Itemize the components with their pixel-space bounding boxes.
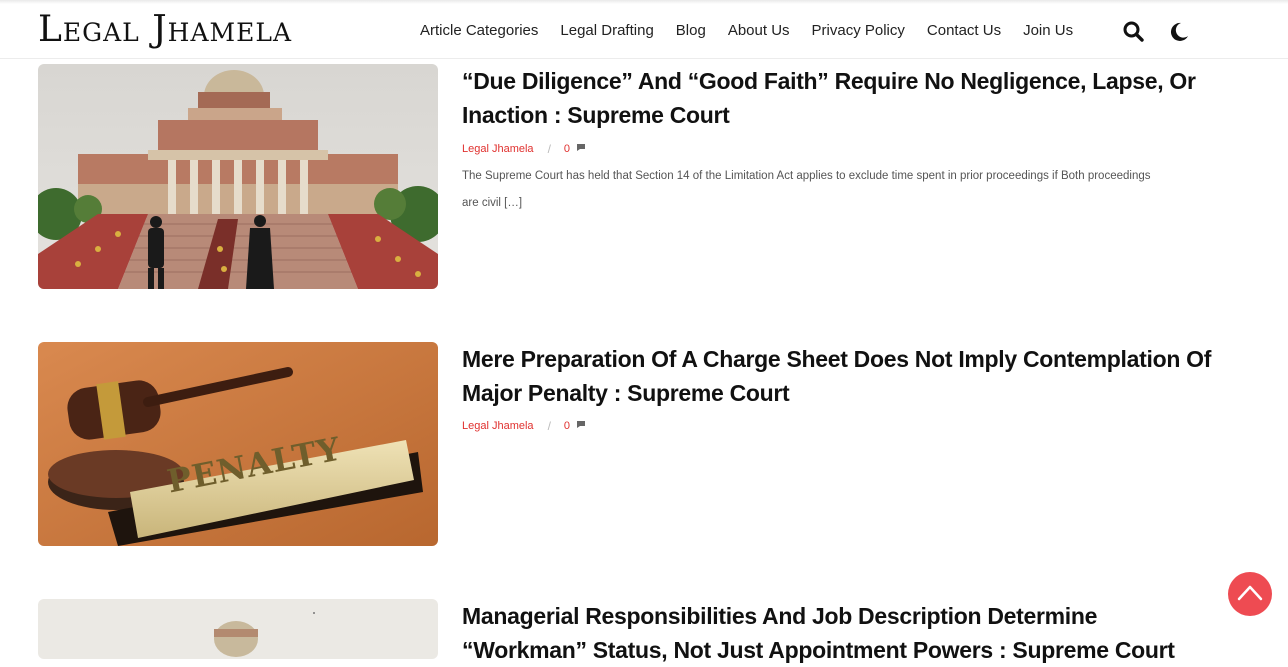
post-card: “Due Diligence” And “Good Faith” Require… — [38, 64, 1238, 294]
gavel-penalty-image — [38, 342, 438, 546]
nav-legal-drafting[interactable]: Legal Drafting — [560, 22, 653, 39]
site-logo[interactable]: Legal Jhamela — [38, 10, 292, 50]
nav-article-categories[interactable]: Article Categories — [420, 22, 538, 39]
nav-privacy-policy[interactable]: Privacy Policy — [812, 22, 905, 39]
comment-icon[interactable] — [576, 143, 586, 155]
comment-icon[interactable] — [576, 420, 586, 432]
post-author[interactable]: Legal Jhamela — [462, 143, 534, 155]
supreme-court-dome-image — [38, 599, 438, 659]
nav-blog[interactable]: Blog — [676, 22, 706, 39]
supreme-court-building-image — [38, 64, 438, 289]
scroll-to-top-button[interactable] — [1228, 572, 1272, 616]
post-thumbnail[interactable] — [38, 64, 438, 289]
post-thumbnail[interactable]: PENALTY — [38, 342, 438, 546]
comment-count[interactable]: 0 — [564, 143, 570, 155]
site-header: Legal Jhamela Article Categories Legal D… — [0, 0, 1288, 59]
post-author[interactable]: Legal Jhamela — [462, 420, 534, 432]
post-title[interactable]: Managerial Responsibilities And Job Desc… — [462, 599, 1222, 667]
chevron-up-icon — [1237, 585, 1263, 601]
post-title[interactable]: “Due Diligence” And “Good Faith” Require… — [462, 64, 1222, 132]
post-card: Managerial Responsibilities And Job Desc… — [38, 599, 1238, 663]
meta-separator: / — [547, 142, 551, 156]
comment-count[interactable]: 0 — [564, 420, 570, 432]
post-title[interactable]: Mere Preparation Of A Charge Sheet Does … — [462, 342, 1222, 410]
meta-separator: / — [547, 419, 551, 433]
nav-contact-us[interactable]: Contact Us — [927, 22, 1001, 39]
post-thumbnail[interactable] — [38, 599, 438, 659]
post-card: PENALTY Mere Preparation Of A Charge She… — [38, 342, 1238, 552]
post-meta: Legal Jhamela / 0 — [462, 419, 586, 433]
search-icon[interactable] — [1121, 18, 1147, 44]
nav-about-us[interactable]: About Us — [728, 22, 790, 39]
nav-join-us[interactable]: Join Us — [1023, 22, 1073, 39]
main-nav: Article Categories Legal Drafting Blog A… — [420, 22, 1073, 39]
post-meta: Legal Jhamela / 0 — [462, 142, 586, 156]
header-top-shadow — [0, 0, 1288, 4]
post-excerpt: The Supreme Court has held that Section … — [462, 170, 1151, 209]
dark-mode-toggle-icon[interactable] — [1166, 18, 1192, 44]
